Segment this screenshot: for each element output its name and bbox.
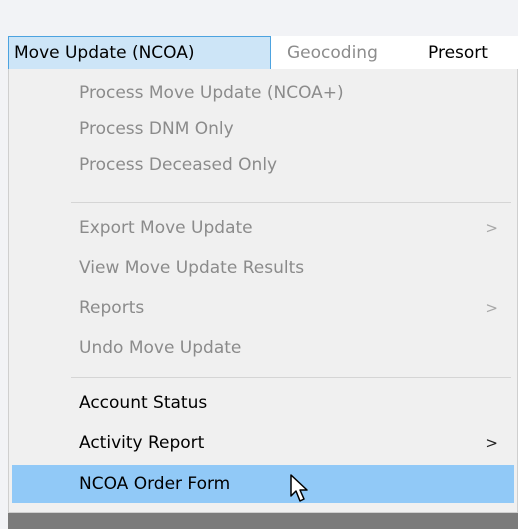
menu-separator (71, 202, 511, 203)
menu-item-label: Undo Move Update (79, 338, 242, 358)
menu-item-view-move-update-results[interactable]: View Move Update Results (12, 250, 514, 286)
menu-item-label: NCOA Order Form (79, 474, 231, 494)
menu-item-undo-move-update[interactable]: Undo Move Update (12, 330, 514, 366)
chevron-right-icon: > (485, 219, 498, 237)
menu-item-account-status[interactable]: Account Status (12, 385, 514, 421)
menu-label: Presort (428, 43, 488, 63)
mouse-pointer-icon (290, 474, 308, 502)
chevron-right-icon: > (485, 434, 498, 452)
menu-item-ncoa-order-form[interactable]: NCOA Order Form (12, 465, 514, 503)
menu-label: Geocoding (287, 43, 378, 63)
menu-item-process-dnm-only[interactable]: Process DNM Only (12, 111, 514, 147)
menu-bar: Move Update (NCOA) Geocoding Presort (8, 36, 518, 71)
chevron-right-icon: > (485, 299, 498, 317)
menu-item-label: View Move Update Results (79, 258, 305, 278)
menu-item-reports[interactable]: Reports > (12, 290, 514, 326)
menu-label: Move Update (NCOA) (14, 43, 195, 63)
menu-item-activity-report[interactable]: Activity Report > (12, 425, 514, 461)
menu-item-label: Reports (79, 298, 145, 318)
menu-item-label: Process Deceased Only (79, 155, 278, 175)
move-update-dropdown: Process Move Update (NCOA+) Process DNM … (8, 69, 518, 513)
menu-item-process-move-update[interactable]: Process Move Update (NCOA+) (12, 75, 514, 111)
menu-presort[interactable]: Presort (428, 36, 488, 70)
menu-item-label: Account Status (79, 393, 208, 413)
menu-item-export-move-update[interactable]: Export Move Update > (12, 210, 514, 246)
menu-separator (71, 377, 511, 378)
menu-item-label: Process Move Update (NCOA+) (79, 83, 344, 103)
window-backdrop (8, 513, 518, 529)
menu-geocoding[interactable]: Geocoding (287, 36, 378, 70)
menu-move-update-ncoa[interactable]: Move Update (NCOA) (8, 36, 271, 70)
menu-item-process-deceased-only[interactable]: Process Deceased Only (12, 147, 514, 183)
menu-item-label: Export Move Update (79, 218, 253, 238)
menu-item-label: Process DNM Only (79, 119, 234, 139)
menu-item-label: Activity Report (79, 433, 205, 453)
